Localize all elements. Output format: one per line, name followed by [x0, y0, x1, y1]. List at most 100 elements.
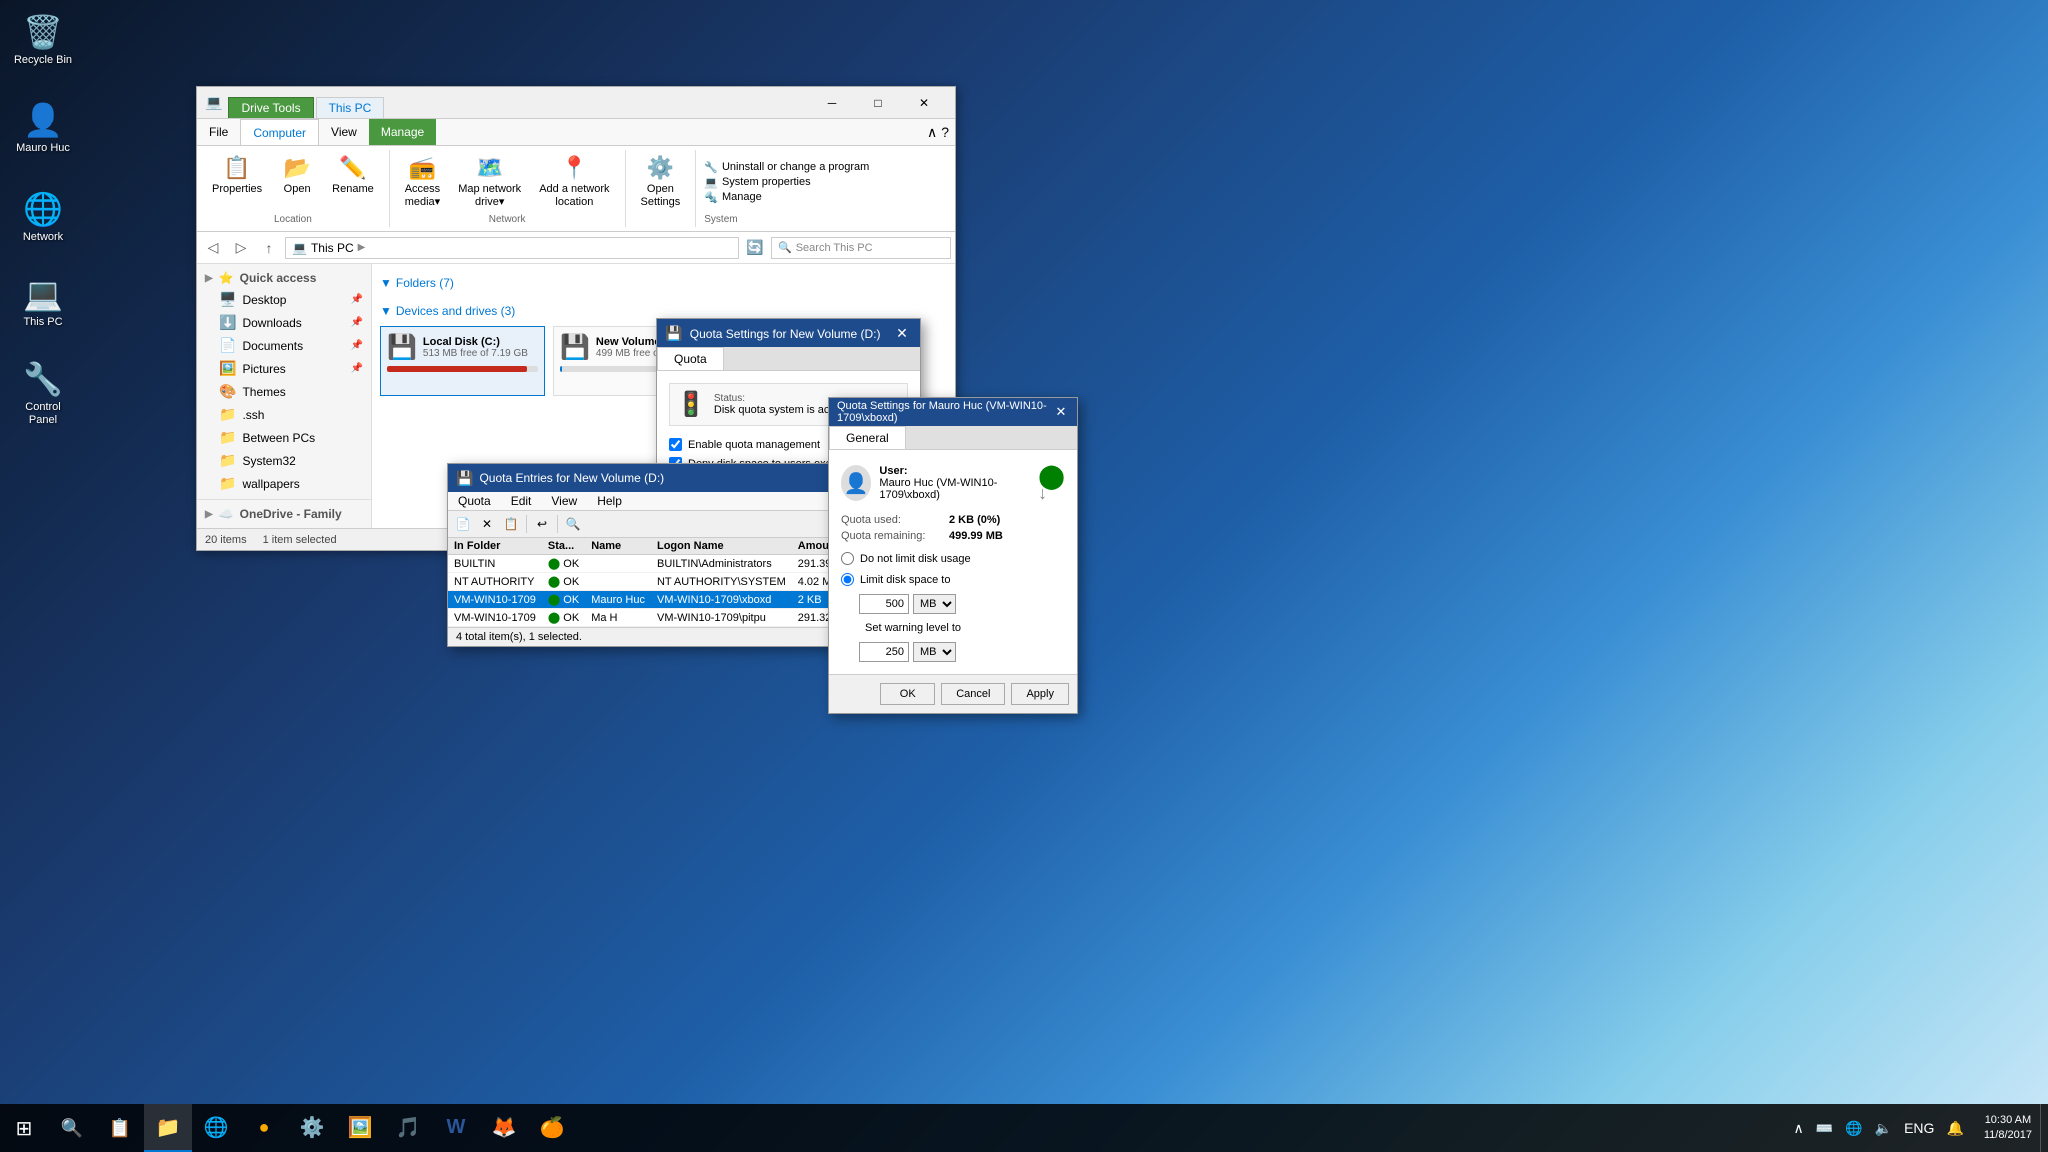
taskbar-lang-icon[interactable]: ENG [1900, 1118, 1938, 1138]
system-props-link[interactable]: 💻 System properties [704, 176, 869, 189]
taskbar-app-file-explorer[interactable]: 📁 [144, 1104, 192, 1152]
ribbon-tab-computer[interactable]: Computer [240, 119, 319, 145]
ribbon-tab-manage[interactable]: Manage [369, 119, 436, 145]
uqd-cancel-button[interactable]: Cancel [941, 683, 1005, 705]
ribbon-help-btn[interactable]: ? [941, 124, 949, 140]
uqd-ok-button[interactable]: OK [880, 683, 935, 705]
qe-properties-btn[interactable]: 📋 [500, 513, 522, 535]
taskbar-app-settings[interactable]: ⚙️ [288, 1104, 336, 1152]
qe-cell-status-2: ⬤ OK [542, 573, 585, 591]
desktop-icon-this-pc[interactable]: 💻 This PC [8, 270, 78, 333]
uqd-tab-general[interactable]: General [829, 426, 906, 449]
manage-link[interactable]: 🔩 Manage [704, 191, 869, 204]
taskbar-system-tray: ∧ ⌨️ 🌐 🔈 ENG 🔔 [1782, 1104, 1976, 1152]
taskbar-app-media[interactable]: 🎵 [384, 1104, 432, 1152]
taskbar-show-desktop-btn[interactable] [2040, 1104, 2048, 1152]
rename-button[interactable]: ✏️ Rename [325, 152, 381, 199]
taskbar-task-view-btn[interactable]: 📋 [96, 1104, 144, 1152]
sidebar-item-pictures[interactable]: 🖼️ Pictures 📌 [197, 357, 371, 380]
limit-unit-select[interactable]: KB MB GB [913, 594, 956, 614]
up-button[interactable]: ↑ [257, 236, 281, 260]
quota-entries-title-text: Quota Entries for New Volume (D:) [479, 471, 664, 485]
sidebar-item-desktop[interactable]: 🖥️ Desktop 📌 [197, 288, 371, 311]
sidebar-item-between-pcs[interactable]: 📁 Between PCs [197, 426, 371, 449]
refresh-button[interactable]: 🔄 [743, 236, 767, 260]
no-limit-radio[interactable] [841, 552, 854, 565]
sidebar-item-documents[interactable]: 📄 Documents 📌 [197, 334, 371, 357]
properties-button[interactable]: 📋 Properties [205, 152, 269, 199]
ssh-label: .ssh [242, 408, 264, 422]
taskbar-network-icon[interactable]: 🌐 [1841, 1118, 1866, 1139]
search-box[interactable]: 🔍 Search This PC [771, 237, 951, 259]
start-button[interactable]: ⊞ [0, 1104, 48, 1152]
warning-unit-select[interactable]: KB MB GB [913, 642, 956, 662]
sidebar-item-system32[interactable]: 📁 System32 [197, 449, 371, 472]
sidebar-item-wallpapers[interactable]: 📁 wallpapers [197, 472, 371, 495]
taskbar-keyboard-icon[interactable]: ⌨️ [1812, 1118, 1837, 1139]
ribbon-tab-view[interactable]: View [319, 119, 369, 145]
qe-delete-btn[interactable]: ✕ [476, 513, 498, 535]
qe-row-nt-authority[interactable]: NT AUTHORITY ⬤ OK NT AUTHORITY\SYSTEM 4.… [448, 573, 869, 591]
limit-value-input[interactable] [859, 594, 909, 614]
ribbon-collapse-btn[interactable]: ∧ [927, 124, 937, 141]
open-button[interactable]: 📂 Open [273, 152, 321, 199]
desktop-icon-mauro-huc[interactable]: 👤 Mauro Huc [8, 96, 78, 159]
uninstall-link[interactable]: 🔧 Uninstall or change a program [704, 161, 869, 174]
qe-undo-btn[interactable]: ↩ [531, 513, 553, 535]
desktop-icon-recycle-bin[interactable]: 🗑️ Recycle Bin [8, 8, 78, 71]
taskbar-search-btn[interactable]: 🔍 [48, 1104, 96, 1152]
taskbar-app-photos[interactable]: 🖼️ [336, 1104, 384, 1152]
access-media-button[interactable]: 📻 Accessmedia▾ [398, 152, 447, 212]
add-network-location-button[interactable]: 📍 Add a networklocation [532, 152, 616, 212]
minimize-button[interactable]: ─ [809, 87, 855, 119]
forward-button[interactable]: ▷ [229, 236, 253, 260]
quota-entries-toolbar: 📄 ✕ 📋 ↩ 🔍 [448, 511, 836, 538]
taskbar-app-edge[interactable]: 🌐 [192, 1104, 240, 1152]
warning-value-input[interactable] [859, 642, 909, 662]
back-button[interactable]: ◁ [201, 236, 225, 260]
taskbar-app-chrome[interactable]: ● [240, 1104, 288, 1152]
quota-tab[interactable]: Quota [657, 347, 724, 370]
open-settings-button[interactable]: ⚙️ OpenSettings [634, 152, 688, 212]
taskbar-notifications-icon[interactable]: 🔔 [1942, 1118, 1967, 1139]
tab-drive-tools[interactable]: Drive Tools [228, 97, 313, 118]
desktop-icon-control-panel[interactable]: 🔧 Control Panel [8, 355, 78, 431]
qe-table-header-row: In Folder Sta... Name Logon Name Amount … [448, 538, 869, 555]
close-button[interactable]: ✕ [901, 87, 947, 119]
qe-menu-quota[interactable]: Quota [448, 492, 501, 510]
enable-quota-checkbox[interactable] [669, 438, 682, 451]
sidebar-item-ssh[interactable]: 📁 .ssh [197, 403, 371, 426]
taskbar-clock[interactable]: 10:30 AM 11/8/2017 [1976, 1113, 2040, 1144]
taskbar-arrow-icon[interactable]: ∧ [1790, 1118, 1808, 1139]
desktop-icon: 🖥️ [219, 291, 236, 308]
taskbar-volume-icon[interactable]: 🔈 [1871, 1118, 1896, 1139]
qe-menu-view[interactable]: View [541, 492, 587, 510]
folders-header[interactable]: ▼ Folders (7) [380, 272, 947, 292]
qe-menu-edit[interactable]: Edit [501, 492, 542, 510]
qe-row-builtin[interactable]: BUILTIN ⬤ OK BUILTIN\Administrators 291.… [448, 555, 869, 573]
qe-new-btn[interactable]: 📄 [452, 513, 474, 535]
sidebar-item-downloads[interactable]: ⬇️ Downloads 📌 [197, 311, 371, 334]
map-network-drive-button[interactable]: 🗺️ Map networkdrive▾ [451, 152, 528, 212]
sidebar-item-themes[interactable]: 🎨 Themes [197, 380, 371, 403]
drive-local-c[interactable]: 💾 Local Disk (C:) 513 MB free of 7.19 GB [380, 326, 545, 396]
qe-menu-help[interactable]: Help [587, 492, 632, 510]
ribbon-tab-file[interactable]: File [197, 119, 240, 145]
qe-row-mah[interactable]: VM-WIN10-1709 ⬤ OK Ma H VM-WIN10-1709\pi… [448, 609, 869, 627]
sidebar-quick-access[interactable]: ▶ ⭐ Quick access [197, 268, 371, 288]
user-quota-close-btn[interactable]: ✕ [1053, 404, 1069, 420]
desktop-icon-network[interactable]: 🌐 Network [8, 185, 78, 248]
tab-this-pc[interactable]: This PC [316, 97, 385, 118]
limit-radio[interactable] [841, 573, 854, 586]
taskbar-app-other[interactable]: 🍊 [528, 1104, 576, 1152]
quota-dialog-close-btn[interactable]: ✕ [892, 325, 912, 342]
qe-search-btn[interactable]: 🔍 [562, 513, 584, 535]
address-path[interactable]: 💻 This PC ▶ [285, 237, 739, 259]
documents-icon: 📄 [219, 337, 236, 354]
sidebar-onedrive[interactable]: ▶ ☁️ OneDrive - Family [197, 504, 371, 524]
uqd-apply-button[interactable]: Apply [1011, 683, 1069, 705]
qe-row-mauro[interactable]: VM-WIN10-1709 ⬤ OK Mauro Huc VM-WIN10-17… [448, 591, 869, 609]
taskbar-app-firefox[interactable]: 🦊 [480, 1104, 528, 1152]
taskbar-app-word[interactable]: W [432, 1104, 480, 1152]
maximize-button[interactable]: □ [855, 87, 901, 119]
